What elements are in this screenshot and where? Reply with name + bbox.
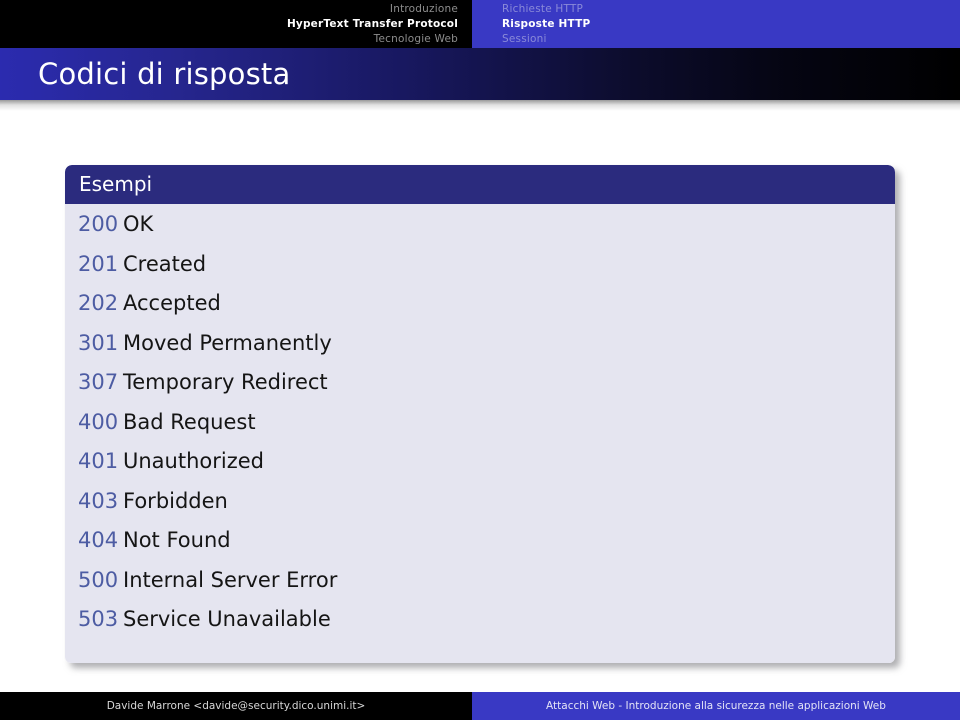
status-description: Forbidden <box>123 488 228 513</box>
status-code: 202 <box>78 291 119 315</box>
status-code: 403 <box>78 488 119 513</box>
list-item: 200 OK <box>65 212 895 252</box>
content-block-esempi: Esempi 200 OK 201 Created 202 Accepted 3… <box>65 165 895 663</box>
nav-item-richieste-http[interactable]: Richieste HTTP <box>502 2 583 17</box>
list-item: 307 Temporary Redirect <box>65 370 895 410</box>
list-item: 404 Not Found <box>65 528 895 568</box>
status-description: Temporary Redirect <box>123 370 328 394</box>
status-description: OK <box>123 212 154 236</box>
nav-item-tecnologie-web[interactable]: Tecnologie Web <box>374 32 458 47</box>
footer-presentation-title: Attacchi Web - Introduzione alla sicurez… <box>472 692 960 720</box>
status-code: 307 <box>78 370 119 394</box>
status-code: 404 <box>78 528 119 552</box>
list-item: 201 Created <box>65 252 895 292</box>
status-code: 301 <box>78 330 119 355</box>
status-code: 503 <box>78 607 119 631</box>
status-code-list: 200 OK 201 Created 202 Accepted 301 Move… <box>65 204 895 663</box>
nav-item-risposte-http[interactable]: Risposte HTTP <box>502 17 590 32</box>
list-item: 503 Service Unavailable <box>65 607 895 647</box>
status-code: 200 <box>78 212 119 236</box>
list-item: 403 Forbidden <box>65 489 895 529</box>
slide-title-bar: Codici di risposta <box>0 48 960 100</box>
nav-section-left: Introduzione HyperText Transfer Protocol… <box>0 0 472 48</box>
status-description: Unauthorized <box>123 449 264 473</box>
nav-item-hypertext-transfer-protocol[interactable]: HyperText Transfer Protocol <box>287 17 458 32</box>
status-code: 500 <box>78 567 119 592</box>
nav-item-sessioni[interactable]: Sessioni <box>502 32 547 47</box>
status-description: Moved Permanently <box>123 330 332 355</box>
nav-item-introduzione[interactable]: Introduzione <box>390 2 458 17</box>
page-title: Codici di risposta <box>38 56 291 91</box>
status-description: Internal Server Error <box>123 567 338 592</box>
slide-footer: Davide Marrone <davide@security.dico.uni… <box>0 692 960 720</box>
status-description: Not Found <box>123 528 231 552</box>
list-item: 202 Accepted <box>65 291 895 331</box>
titlebar-shadow <box>0 100 960 111</box>
status-code: 400 <box>78 409 119 434</box>
block-heading: Esempi <box>65 165 895 204</box>
footer-author: Davide Marrone <davide@security.dico.uni… <box>0 692 472 720</box>
status-code: 201 <box>78 251 119 276</box>
nav-section-right: Richieste HTTP Risposte HTTP Sessioni <box>472 0 960 48</box>
status-code: 401 <box>78 449 119 473</box>
list-item: 400 Bad Request <box>65 410 895 450</box>
status-description: Accepted <box>123 291 221 315</box>
status-description: Service Unavailable <box>123 607 331 631</box>
status-description: Created <box>123 251 207 276</box>
list-item: 401 Unauthorized <box>65 449 895 489</box>
list-item: 301 Moved Permanently <box>65 331 895 371</box>
slide-navigation-bar: Introduzione HyperText Transfer Protocol… <box>0 0 960 48</box>
list-item: 500 Internal Server Error <box>65 568 895 608</box>
status-description: Bad Request <box>123 409 256 434</box>
